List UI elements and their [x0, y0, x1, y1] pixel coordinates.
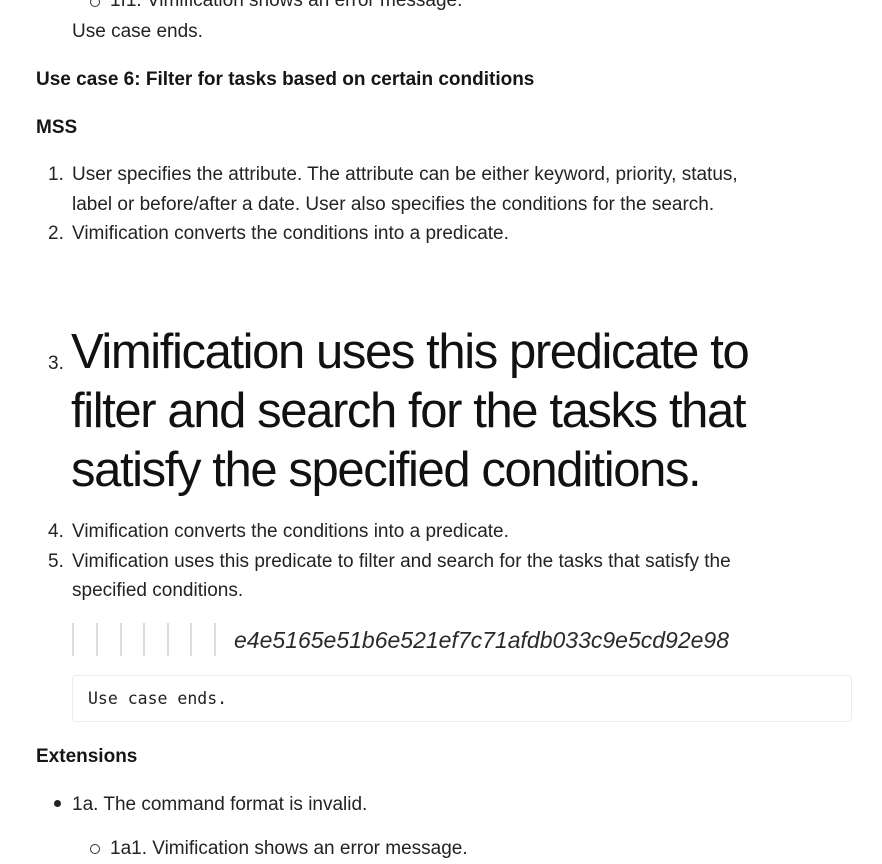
extension-item-1a1: 1a1. Vimification shows an error message… — [110, 838, 468, 859]
step-3-line-1: Vimification uses this predicate to — [71, 325, 750, 379]
step-5-line-2: specified conditions. — [72, 580, 244, 601]
code-text: Use case ends. — [88, 689, 228, 708]
document-page: 1f1. Vimification shows an error message… — [0, 0, 882, 859]
use-case-ends-text: Use case ends. — [72, 21, 203, 42]
sub-bullet-marker — [90, 0, 100, 7]
step-4-number: 4. — [48, 521, 64, 542]
extension-item-1a: 1a. The command format is invalid. — [72, 794, 368, 815]
step-1-number: 1. — [48, 164, 64, 185]
step-1-line-1: User specifies the attribute. The attrib… — [72, 164, 738, 185]
mss-heading: MSS — [36, 117, 78, 138]
step-3-line-2: filter and search for the tasks that — [71, 384, 746, 438]
sub-item-text: 1f1. Vimification shows an error message… — [110, 0, 463, 11]
step-4-text: Vimification converts the conditions int… — [72, 521, 509, 542]
commit-hash: e4e5165e51b6e521ef7c71afdb033c9e5cd92e98 — [234, 627, 729, 653]
extensions-heading: Extensions — [36, 746, 138, 767]
step-2-text: Vimification converts the conditions int… — [72, 223, 509, 244]
step-2-number: 2. — [48, 223, 64, 244]
step-3-line-3: satisfy the specified conditions. — [71, 443, 702, 497]
extension-bullet-marker — [54, 800, 61, 807]
code-block: Use case ends. — [72, 675, 852, 722]
step-1-line-2: label or before/after a date. User also … — [72, 194, 715, 215]
step-5-number: 5. — [48, 551, 64, 572]
use-case-title: Use case 6: Filter for tasks based on ce… — [36, 69, 535, 90]
step-3-number: 3. — [48, 353, 64, 374]
extension-sub-bullet-marker — [90, 844, 100, 854]
step-5-line-1: Vimification uses this predicate to filt… — [72, 551, 731, 572]
